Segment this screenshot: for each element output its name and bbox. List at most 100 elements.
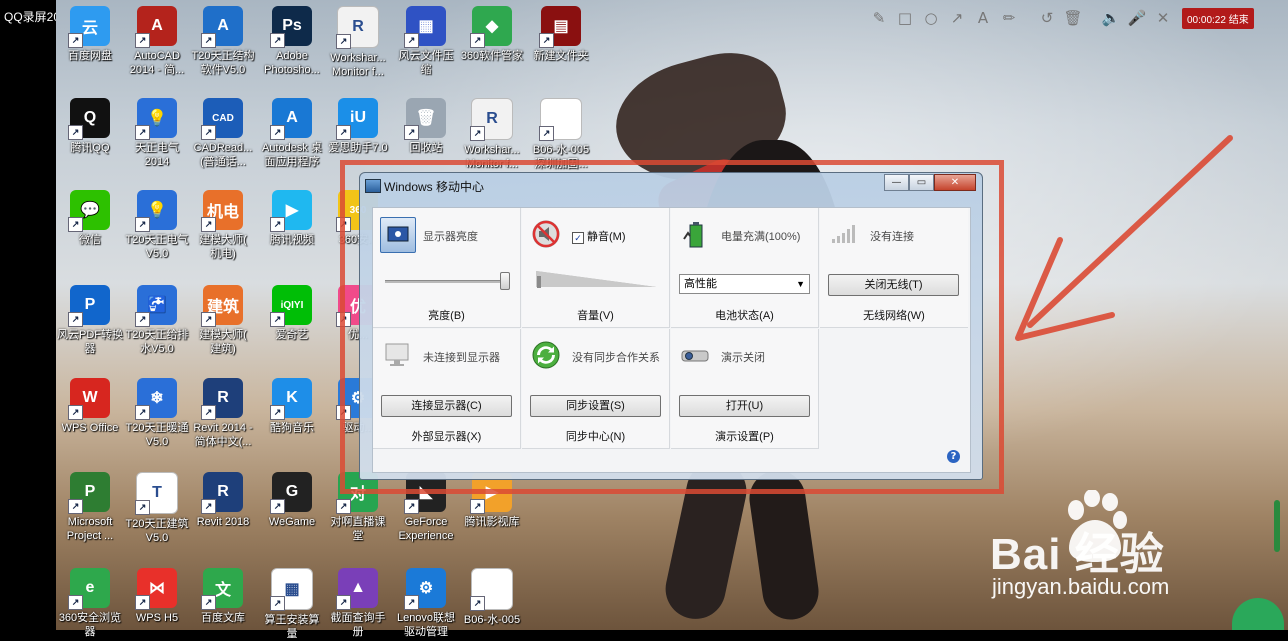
- desktop-icon[interactable]: ⋈ ↗ WPS H5: [123, 568, 191, 625]
- app-icon: ◆ ↗: [470, 6, 512, 48]
- shortcut-arrow-icon: ↗: [336, 499, 351, 514]
- desktop-icon-label: 微信: [79, 234, 101, 246]
- projector-icon: [678, 338, 712, 372]
- desktop-icon[interactable]: ▶ ↗ 腾讯视频: [258, 190, 326, 247]
- delete-icon[interactable]: 🗑: [1060, 5, 1086, 31]
- desktop-icon[interactable]: P ↗ 风云PDF转换 器: [56, 285, 124, 356]
- rectangle-icon[interactable]: □: [892, 5, 918, 31]
- baidu-jingyan-watermark: Bai 经验 jingyan.baidu.com: [990, 490, 1280, 610]
- desktop-icon[interactable]: 机电 ↗ 建模大师( 机电): [189, 190, 257, 261]
- desktop-icon-label: B06-水-005: [463, 614, 521, 626]
- desktop-icon[interactable]: ▦ ↗ 算王安装算 量: [258, 568, 326, 641]
- minimize-button[interactable]: —: [884, 174, 909, 191]
- app-glyph: P: [84, 483, 96, 500]
- app-icon: R ↗: [336, 6, 379, 49]
- volume-slider-thumb[interactable]: [537, 276, 541, 288]
- brightness-slider-thumb[interactable]: [500, 272, 510, 290]
- desktop-icon[interactable]: R ↗ Revit 2014 - 简体中文(...: [189, 378, 257, 449]
- external-monitor-icon: [380, 338, 414, 372]
- recording-toolbar: ✎ □ ○ ↗ A ✏ ↺ 🗑 🔈 🎤 ✕ 00:00:22 结束: [866, 4, 1286, 32]
- turn-on-presentation-button[interactable]: 打开(U): [679, 395, 810, 417]
- desktop-icon[interactable]: ↗ B06-水-005: [458, 568, 526, 627]
- desktop-icon[interactable]: ❄ ↗ T20天正暖通 V5.0: [123, 378, 191, 449]
- desktop-icon[interactable]: 💡 ↗ 天正电气 2014: [123, 98, 191, 169]
- desktop-icon[interactable]: Q ↗ 腾讯QQ: [56, 98, 124, 155]
- desktop-icon[interactable]: A ↗ Autodesk 桌 面应用程序: [258, 98, 326, 169]
- speaker-icon[interactable]: 🔈: [1098, 5, 1124, 31]
- desktop-icon[interactable]: 💬 ↗ 微信: [56, 190, 124, 247]
- desktop-icon-label: 腾讯QQ: [70, 142, 110, 154]
- app-icon: Q ↗: [68, 98, 110, 140]
- text-icon[interactable]: A: [970, 5, 996, 31]
- desktop-icon[interactable]: K ↗ 酷狗音乐: [258, 378, 326, 435]
- desktop-icon[interactable]: W ↗ WPS Office: [56, 378, 124, 435]
- side-scroll-indicator[interactable]: [1274, 500, 1280, 552]
- desktop-icon[interactable]: P ↗ Microsoft Project ...: [56, 472, 124, 543]
- brightness-slider-track[interactable]: [385, 280, 509, 283]
- desktop-icon[interactable]: R ↗ Revit 2018: [189, 472, 257, 529]
- arrow-icon[interactable]: ↗: [944, 5, 970, 31]
- desktop-icon[interactable]: Ps ↗ Adobe Photosho...: [258, 6, 326, 77]
- desktop-icon[interactable]: 🗑 ↗ 回收站: [392, 98, 460, 155]
- app-icon: ↗: [539, 98, 582, 141]
- mute-checkbox[interactable]: ✓ 静音(M): [572, 228, 626, 244]
- help-icon[interactable]: ?: [947, 450, 960, 463]
- desktop-icon[interactable]: 💡 ↗ T20天正电气 V5.0: [123, 190, 191, 261]
- recording-timer[interactable]: 00:00:22 结束: [1182, 7, 1254, 29]
- app-glyph: ▲: [350, 579, 366, 596]
- desktop-icon[interactable]: CAD ↗ CADRead... (普通话...: [189, 98, 257, 169]
- desktop-icon[interactable]: ▤ ↗ 新建文件夹: [527, 6, 595, 63]
- desktop-icon[interactable]: 云 ↗ 百度网盘: [56, 6, 124, 63]
- brightness-footer: 亮度(B): [428, 310, 465, 322]
- app-icon: T ↗: [135, 472, 178, 515]
- close-button[interactable]: ✕: [934, 174, 976, 191]
- circle-icon[interactable]: ○: [918, 5, 944, 31]
- app-icon: ⋈ ↗: [135, 568, 177, 610]
- desktop-icon[interactable]: 建筑 ↗ 建模大师( 建筑): [189, 285, 257, 356]
- shortcut-arrow-icon: ↗: [68, 405, 83, 420]
- tile-wireless: 没有连接 关闭无线(T) 无线网络(W): [820, 208, 968, 328]
- app-icon: 机电 ↗: [201, 190, 243, 232]
- desktop-icon[interactable]: A ↗ AutoCAD 2014 - 简...: [123, 6, 191, 77]
- desktop-icon[interactable]: ⚙ ↗ Lenovo联想 驱动管理: [392, 568, 460, 639]
- desktop-icon[interactable]: ▲ ↗ 截面查询手 册: [324, 568, 392, 639]
- shortcut-arrow-icon: ↗: [201, 33, 216, 48]
- connect-display-button[interactable]: 连接显示器(C): [381, 395, 512, 417]
- desktop-icon-label: WPS H5: [135, 612, 179, 624]
- desktop-icon-label: T20天正结构 软件V5.0: [191, 50, 255, 76]
- window-titlebar[interactable]: Windows 移动中心 — ▭ ✕: [360, 173, 982, 199]
- app-glyph: 💡: [147, 110, 167, 127]
- desktop-icon[interactable]: 🚰 ↗ T20天正给排 水V5.0: [123, 285, 191, 356]
- marker-icon[interactable]: ✏: [996, 5, 1022, 31]
- desktop-icon[interactable]: e ↗ 360安全浏览 器: [56, 568, 124, 639]
- turn-off-wireless-button[interactable]: 关闭无线(T): [828, 274, 959, 296]
- desktop-icon-label: Revit 2018: [196, 516, 250, 528]
- desktop-icon[interactable]: G ↗ WeGame: [258, 472, 326, 529]
- desktop-icon[interactable]: ◆ ↗ 360软件管家: [458, 6, 526, 63]
- shortcut-arrow-icon: ↗: [201, 405, 216, 420]
- mute-check-icon[interactable]: ✓: [572, 232, 584, 244]
- tile-sync-center: 没有同步合作关系 同步设置(S) 同步中心(N): [522, 329, 670, 449]
- app-glyph: G: [285, 483, 299, 500]
- shortcut-arrow-icon: ↗: [270, 499, 285, 514]
- sync-settings-button[interactable]: 同步设置(S): [530, 395, 661, 417]
- close-icon[interactable]: ✕: [1150, 5, 1176, 31]
- shortcut-arrow-icon: ↗: [68, 595, 83, 610]
- maximize-button[interactable]: ▭: [909, 174, 934, 191]
- pen-icon[interactable]: ✎: [866, 5, 892, 31]
- desktop-icon[interactable]: 文 ↗ 百度文库: [189, 568, 257, 625]
- desktop-icon-label: Revit 2014 - 简体中文(...: [193, 422, 253, 448]
- desktop-icon[interactable]: iU ↗ 爱思助手7.0: [324, 98, 392, 155]
- volume-slider-track[interactable]: [536, 271, 656, 287]
- mic-icon[interactable]: 🎤: [1124, 5, 1150, 31]
- desktop-icon[interactable]: R ↗ Workshar... Monitor f...: [324, 6, 392, 79]
- desktop-icon[interactable]: T ↗ T20天正建筑 V5.0: [123, 472, 191, 545]
- power-plan-select[interactable]: 高性能 ▼: [679, 274, 810, 294]
- desktop-icon[interactable]: iQIYI ↗ 爱奇艺: [258, 285, 326, 342]
- monitor-brightness-icon: [380, 217, 416, 253]
- tile-presentation: 演示关闭 打开(U) 演示设置(P): [671, 329, 819, 449]
- undo-icon[interactable]: ↺: [1034, 5, 1060, 31]
- desktop-icon[interactable]: A ↗ T20天正结构 软件V5.0: [189, 6, 257, 77]
- desktop-icon[interactable]: ▦ ↗ 风云文件压 缩: [392, 6, 460, 77]
- app-icon: Ps ↗: [270, 6, 312, 48]
